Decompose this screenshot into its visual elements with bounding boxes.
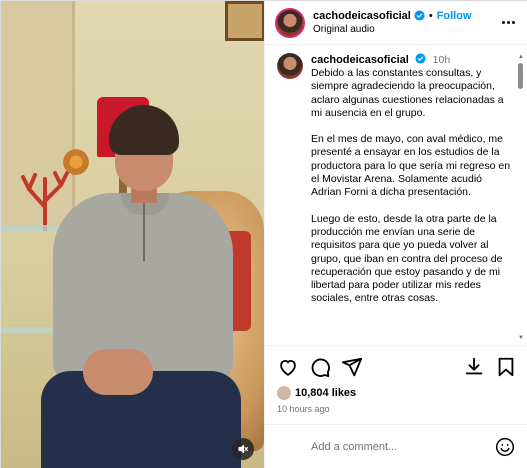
person-hands	[83, 349, 153, 395]
caption-username[interactable]: cachodeicasoficial	[311, 54, 409, 66]
verified-badge-icon	[414, 10, 425, 21]
caption-paragraph: En el mes de mayo, con aval médico, me p…	[311, 133, 511, 199]
follow-button[interactable]: Follow	[437, 9, 472, 23]
original-audio-link[interactable]: Original audio	[313, 23, 472, 37]
scroll-up-arrow-icon[interactable]: ▲	[518, 54, 524, 60]
caption-paragraph: Debido a las constantes consultas, y sie…	[311, 67, 504, 119]
scroll-down-arrow-icon[interactable]: ▼	[518, 335, 524, 341]
likes-count[interactable]: 10,804 likes	[295, 387, 356, 399]
caption-scrollbar[interactable]	[518, 63, 523, 89]
post-actions: 10,804 likes 10 hours ago	[265, 345, 527, 414]
heart-icon[interactable]	[277, 356, 299, 378]
verified-badge-icon	[415, 53, 426, 64]
liker-avatar[interactable]	[277, 386, 291, 400]
caption-paragraph: Luego de esto, desde la otra parte de la…	[311, 212, 503, 305]
post-timestamp[interactable]: 10 hours ago	[277, 404, 517, 414]
caption-avatar[interactable]	[277, 53, 303, 79]
bookmark-icon[interactable]	[495, 356, 517, 378]
post-video[interactable]	[1, 1, 264, 468]
comment-input[interactable]: Add a comment...	[311, 441, 495, 453]
comment-icon[interactable]	[309, 356, 331, 378]
caption-time[interactable]: 10h	[433, 54, 451, 66]
post-header: cachodeicasoficial • Follow Original aud…	[265, 1, 527, 45]
comment-bar: Add a comment...	[265, 424, 527, 468]
avatar[interactable]	[275, 7, 305, 38]
wall-picture	[225, 1, 264, 41]
username-link[interactable]: cachodeicasoficial	[313, 9, 411, 23]
flowers-decoration	[61, 147, 91, 177]
share-icon[interactable]	[341, 356, 363, 378]
speaker-muted-icon[interactable]	[232, 438, 254, 460]
instagram-post-modal: cachodeicasoficial • Follow Original aud…	[0, 0, 527, 468]
emoji-icon[interactable]	[495, 437, 515, 457]
download-icon[interactable]	[463, 356, 485, 378]
post-details-panel: cachodeicasoficial • Follow Original aud…	[264, 1, 527, 468]
more-options-icon[interactable]	[498, 17, 519, 28]
caption-area: cachodeicasoficial 10h Debido a las cons…	[265, 53, 527, 343]
